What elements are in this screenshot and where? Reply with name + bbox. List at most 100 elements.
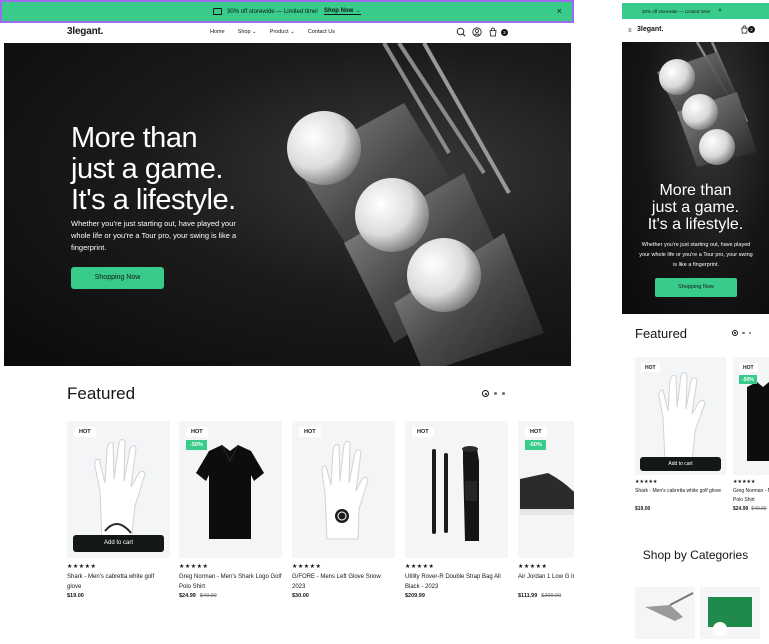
current-price: $209.99 [405,593,425,599]
product-image[interactable]: HOT -50% [518,421,574,558]
mobile-view: 30% off storewide — Limited time! × ≡ 3l… [622,0,769,644]
discount-badge: -50% [186,440,207,450]
hero-title-line: It's a lifestyle. [647,216,744,233]
mobile-promo-text: 30% off storewide — Limited time! [642,8,711,14]
product-image[interactable]: HOT Add to cart [67,421,170,558]
product-image[interactable]: HOT -50% [733,357,769,475]
product-image[interactable]: HOT [405,421,508,558]
carousel-dots [482,390,505,397]
hero-title-line: It's a lifestyle. [71,184,236,216]
old-price: $40.00 [751,506,767,512]
product-image[interactable]: HOT Add to cart [635,357,726,475]
hot-badge: HOT [74,427,96,437]
product-image[interactable]: HOT -50% [179,421,282,558]
old-price: $40.00 [199,593,217,599]
add-to-cart-button[interactable]: Add to cart [640,457,721,471]
cart-icon[interactable] [488,27,498,37]
carousel-dot[interactable] [494,392,497,395]
add-to-cart-button[interactable]: Add to cart [73,535,164,552]
product-name[interactable]: Shark - Men's cabretta white golf glove [635,487,726,505]
hot-badge: HOT [412,427,434,437]
logo[interactable]: 3legant. [67,26,103,37]
shopping-now-button[interactable]: Shopping Now [71,267,164,289]
featured-products: HOT Add to cart ★★★★★ Shark - Men's cabr… [67,421,574,611]
rating-stars: ★★★★★ [179,564,209,570]
white-glove-image [321,440,369,540]
menu-icon[interactable]: ≡ [628,28,632,34]
current-price: $19.00 [635,506,651,512]
close-icon[interactable]: × [557,6,562,16]
product-price: $209.99 [405,593,508,599]
mobile-product-card[interactable]: HOT Add to cart ★★★★★ Shark - Men's cabr… [635,357,726,512]
product-card[interactable]: HOT ★★★★★ Utility Rover-R Double Strap B… [405,421,508,599]
menu-item-contact[interactable]: Contact Us [308,29,335,35]
product-name[interactable]: G/FORE - Mens Left Glove Snow 2023 [292,572,395,592]
hero-title: More than just a game. It's a lifestyle. [71,123,236,216]
mobile-promo-bar: 30% off storewide — Limited time! × [622,3,769,19]
carousel-dot[interactable] [748,331,751,335]
carousel-dot[interactable] [502,392,505,395]
mobile-product-card[interactable]: HOT -50% ★★★★★ Greg Norman - Men's Shark… [733,357,769,512]
hero-title-line: just a game. [651,199,740,216]
featured-title: Featured [67,384,136,403]
product-price: $19.00 [635,506,726,512]
current-price: $30.00 [292,593,309,599]
hero-banner: More than just a game. It's a lifestyle.… [4,43,571,366]
rating-stars: ★★★★★ [67,564,97,570]
mobile-navbar: ≡ 3legant. 2 [622,22,769,40]
golf-club-image [645,592,694,621]
cart-count-badge: 2 [748,26,755,33]
current-price: $24.99 [179,593,196,599]
hot-badge: HOT [641,363,660,372]
ticket-icon [213,8,223,15]
mobile-hero-title: More than just a game. It's a lifestyle. [622,182,769,233]
menu-item-product[interactable]: Product ⌄ [270,29,295,35]
mobile-cart[interactable]: 2 [740,25,755,34]
rating-stars: ★★★★★ [405,564,435,570]
discount-badge: -50% [525,440,546,450]
promo-text: 30% off storewide — Limited time! [227,8,318,15]
product-name[interactable]: Shark - Men's cabretta white golf glove [67,572,170,592]
navbar: 3legant. Home Shop ⌄ Product ⌄ Contact U… [0,23,574,43]
carousel-dot-active[interactable] [482,390,489,397]
product-price: $19.00 [67,593,170,599]
carousel-dot-active[interactable] [732,330,738,336]
cart-count-badge: 2 [501,28,508,36]
rating-stars: ★★★★★ [292,564,322,570]
category-card-balls[interactable] [700,587,760,639]
product-name[interactable]: Air Jordan 1 Low G Iron Grey - SS23 [518,572,574,592]
search-icon[interactable] [456,27,466,37]
current-price: $19.00 [67,593,84,599]
product-price: $24.99 $40.00 [733,506,769,512]
user-icon[interactable] [472,27,482,37]
hero-title-line: More than [71,122,198,154]
rating-stars: ★★★★★ [635,479,658,485]
product-name[interactable]: Greg Norman - Men's Shark Logo Golf Polo… [179,572,282,592]
product-card[interactable]: HOT -50% ★★★★★ Greg Norman - Men's Shark… [179,421,282,599]
rating-stars: ★★★★★ [518,564,548,570]
golf-clubs-image [287,43,544,366]
old-price: $299.00 [541,593,562,599]
product-name[interactable]: Greg Norman - Men's Shark Logo Golf Polo… [733,487,769,505]
desktop-view: 30% off storewide — Limited time! Shop N… [0,0,574,644]
menu-item-shop[interactable]: Shop ⌄ [238,29,257,35]
current-price: $24.99 [733,506,749,512]
mobile-shopping-now-button[interactable]: Shopping Now [655,278,737,297]
promo-shop-now-link[interactable]: Shop Now → [323,8,361,15]
mobile-logo[interactable]: 3legant. [637,26,663,33]
hero-subtitle: Whether you're just starting out, have p… [71,219,237,252]
discount-badge: -50% [739,375,757,384]
rating-stars: ★★★★★ [733,479,756,485]
hot-badge: HOT [739,363,758,372]
menu-item-home[interactable]: Home [210,29,225,35]
product-image[interactable]: HOT [292,421,395,558]
carousel-dot[interactable] [742,331,745,335]
product-name[interactable]: Utility Rover-R Double Strap Bag All Bla… [405,572,508,592]
product-card[interactable]: HOT -50% ★★★★★ Air Jordan 1 Low G Iron G… [518,421,574,599]
product-card[interactable]: HOT Add to cart ★★★★★ Shark - Men's cabr… [67,421,170,599]
mobile-hero: More than just a game. It's a lifestyle.… [622,42,769,314]
category-card-clubs[interactable] [635,587,695,639]
close-icon[interactable]: × [718,8,722,14]
hot-badge: HOT [525,427,547,437]
product-card[interactable]: HOT ★★★★★ G/FORE - Mens Left Glove Snow … [292,421,395,599]
